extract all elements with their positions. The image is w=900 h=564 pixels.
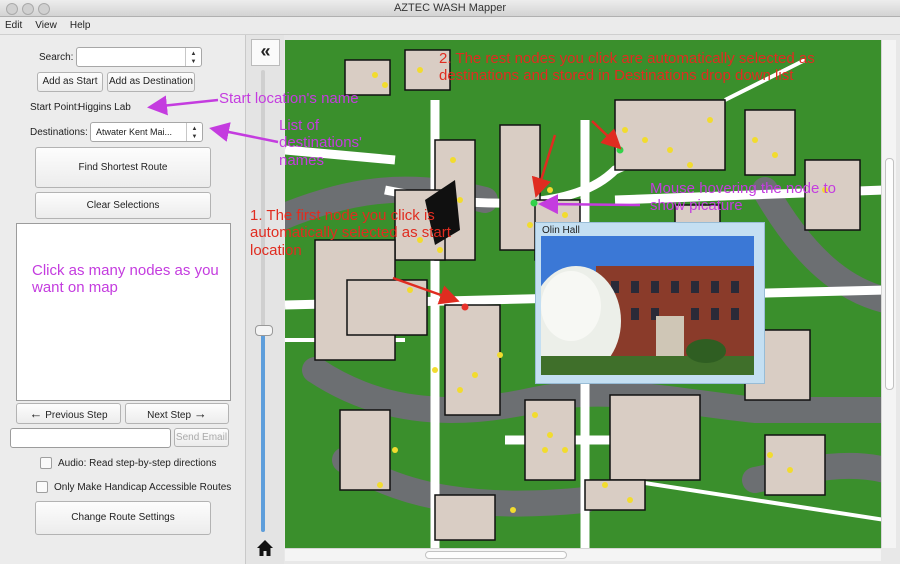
popup-title: Olin Hall [542,225,580,236]
audio-label: Audio: Read step-by-step directions [58,458,217,469]
next-step-button[interactable]: Next Step → [125,403,229,424]
destinations-dropdown[interactable]: Atwater Kent Mai... ▲ ▼ [90,122,203,142]
next-step-label: Next Step [147,410,192,421]
annotation-rest-nodes: 2. The rest nodes you click are automati… [439,50,815,85]
email-input[interactable] [10,428,171,448]
arrow-right-icon: → [193,406,207,421]
minimize-window-icon[interactable] [22,3,34,15]
add-as-start-button[interactable]: Add as Start [37,72,103,92]
clear-selections-button[interactable]: Clear Selections [35,192,211,219]
search-label: Search: [39,52,74,63]
audio-checkbox[interactable] [40,457,52,469]
annotation-first-node: 1. The first node you click is automatic… [250,207,451,259]
zoom-slider-thumb[interactable] [255,325,273,336]
control-panel: Search: ▲ ▼ Add as Start Add as Destinati… [0,35,245,564]
close-window-icon[interactable] [6,3,18,15]
send-email-button[interactable]: Send Email [174,428,229,447]
search-combo[interactable]: ▲ ▼ [76,47,202,67]
previous-step-label: Previous Step [45,410,108,421]
change-route-settings-button[interactable]: Change Route Settings [35,501,211,535]
title-bar: AZTEC WASH Mapper [0,0,900,17]
destinations-dropdown-icon[interactable]: ▲ ▼ [186,123,202,141]
building-photo [541,236,754,375]
start-point-label: Start Point: [30,102,80,113]
handicap-label: Only Make Handicap Accessible Routes [54,482,232,493]
directions-textarea[interactable] [16,223,231,401]
zoom-strip: « [245,35,284,564]
menu-edit[interactable]: Edit [0,17,27,34]
destinations-label: Destinations: [30,127,88,138]
menu-bar: Edit View Help [0,17,900,35]
start-point-value: Higgins Lab [78,102,131,113]
search-dropdown-icon[interactable]: ▲ ▼ [185,48,201,66]
double-chevron-left-icon[interactable]: « [251,39,280,66]
zoom-slider-fill [261,332,265,532]
menu-help[interactable]: Help [65,17,96,34]
map-horizontal-scroll-thumb[interactable] [425,551,567,559]
arrow-left-icon: ← [29,406,43,421]
annotation-click-nodes: Click as many nodes as you want on map [32,262,219,297]
find-shortest-route-button[interactable]: Find Shortest Route [35,147,211,188]
annotation-start-name: Start location's name [219,90,359,107]
hover-popup: Olin Hall [535,222,765,384]
menu-view[interactable]: View [30,17,62,34]
annotation-hover: Mouse hovering the node to show picature [650,180,836,215]
previous-step-button[interactable]: ← Previous Step [16,403,121,424]
map-horizontal-scrollbar[interactable] [285,548,881,561]
add-as-destination-button[interactable]: Add as Destination [107,72,195,92]
zoom-window-icon[interactable] [38,3,50,15]
map-vertical-scroll-thumb[interactable] [885,158,894,390]
map-vertical-scrollbar[interactable] [881,40,896,548]
home-icon[interactable] [251,535,279,561]
annotation-destination-names: List of destinations' names [279,117,362,169]
window-title: AZTEC WASH Mapper [393,2,507,14]
handicap-checkbox[interactable] [36,481,48,493]
destinations-value: Atwater Kent Mai... [96,127,173,137]
